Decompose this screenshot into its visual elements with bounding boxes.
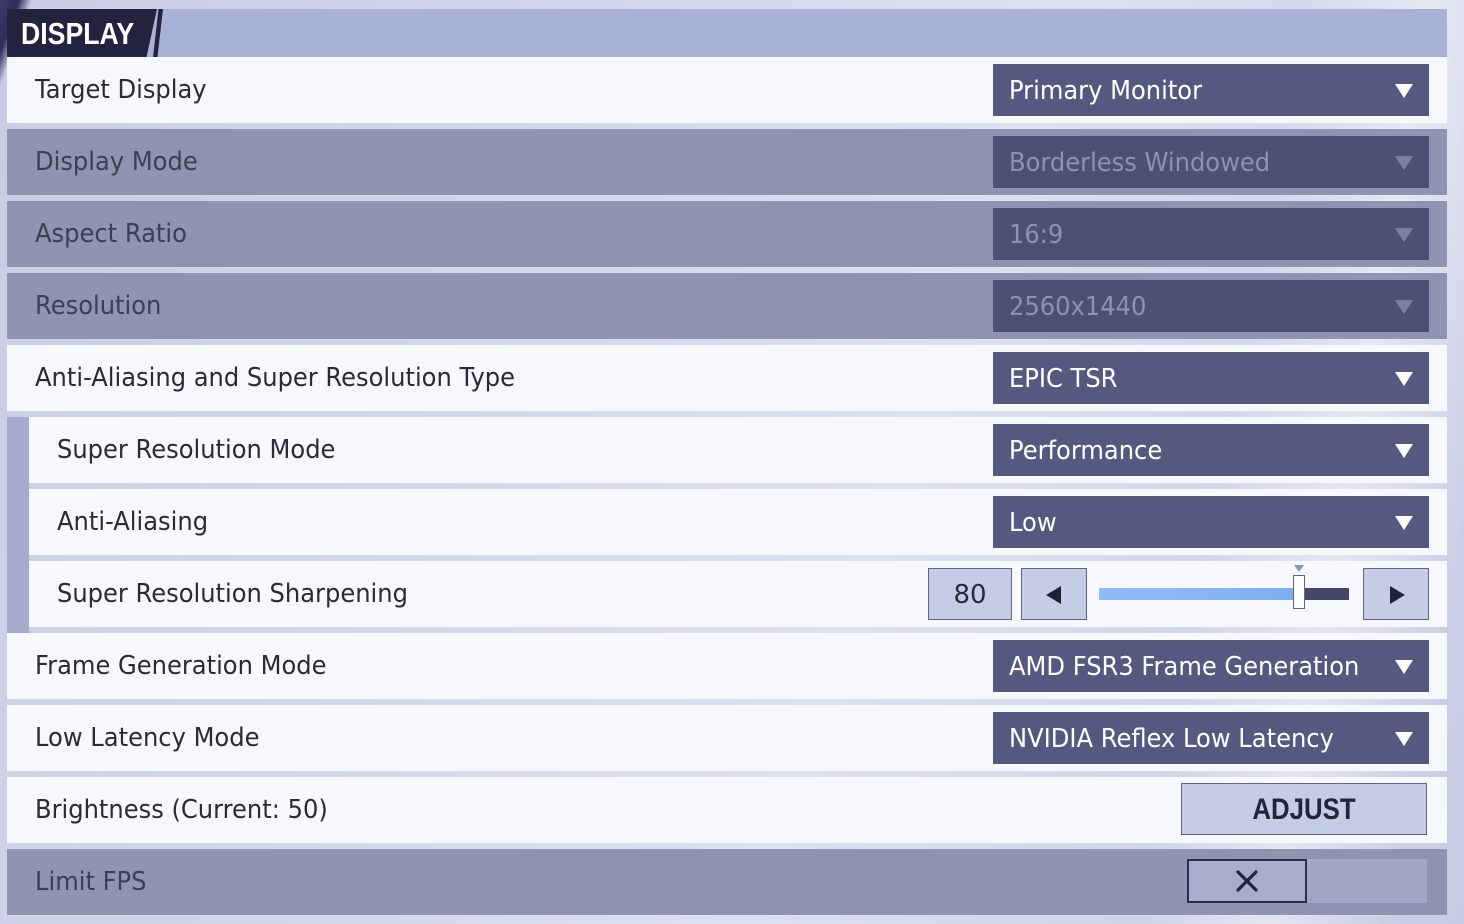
sharpening-slider-thumb[interactable]: [1293, 575, 1305, 609]
chevron-down-icon: [1395, 444, 1413, 458]
setting-label: Aspect Ratio: [35, 219, 187, 249]
arrow-right-icon: [1390, 586, 1405, 604]
dropdown-value: 16:9: [1009, 220, 1064, 250]
aa-sr-type-dropdown[interactable]: EPIC TSR: [993, 352, 1429, 404]
sharpening-value-box: 80: [928, 568, 1012, 620]
dropdown-value: NVIDIA Reflex Low Latency: [1009, 724, 1334, 754]
setting-label: Brightness (Current: 50): [35, 795, 328, 825]
chevron-down-icon: [1395, 300, 1413, 314]
setting-label: Frame Generation Mode: [35, 651, 327, 681]
sharpening-slider-fill: [1099, 588, 1299, 600]
sharpening-slider-group: 80: [7, 561, 1447, 627]
setting-label: Limit FPS: [35, 867, 147, 897]
setting-row-frame-generation: Frame Generation Mode AMD FSR3 Frame Gen…: [7, 633, 1447, 699]
setting-row-aspect-ratio: Aspect Ratio 16:9: [7, 201, 1447, 267]
setting-row-low-latency: Low Latency Mode NVIDIA Reflex Low Laten…: [7, 705, 1447, 771]
setting-row-brightness: Brightness (Current: 50) ADJUST: [7, 777, 1447, 843]
display-settings-panel: DISPLAY Target Display Primary Monitor D…: [7, 9, 1447, 924]
display-mode-dropdown: Borderless Windowed: [993, 136, 1429, 188]
setting-label: Super Resolution Mode: [57, 435, 336, 465]
section-header: DISPLAY: [7, 9, 1447, 57]
adjust-button-label: ADJUST: [1252, 793, 1356, 826]
section-title: DISPLAY: [21, 16, 135, 51]
limit-fps-toggle[interactable]: [1187, 859, 1427, 903]
setting-label: Anti-Aliasing and Super Resolution Type: [35, 363, 516, 393]
sharpening-slider-track[interactable]: [1099, 588, 1349, 600]
target-display-dropdown[interactable]: Primary Monitor: [993, 64, 1429, 116]
setting-row-limit-fps: Limit FPS: [7, 849, 1447, 915]
chevron-down-icon: [1395, 228, 1413, 242]
aspect-ratio-dropdown: 16:9: [993, 208, 1429, 260]
frame-generation-dropdown[interactable]: AMD FSR3 Frame Generation: [993, 640, 1429, 692]
brightness-adjust-button[interactable]: ADJUST: [1181, 783, 1427, 835]
setting-row-display-mode: Display Mode Borderless Windowed: [7, 129, 1447, 195]
setting-label: Anti-Aliasing: [57, 507, 209, 537]
chevron-down-icon: [1395, 660, 1413, 674]
resolution-dropdown: 2560x1440: [993, 280, 1429, 332]
setting-label: Low Latency Mode: [35, 723, 260, 753]
dropdown-value: EPIC TSR: [1009, 364, 1118, 394]
sharpening-increase-button[interactable]: [1363, 568, 1429, 620]
dropdown-value: Borderless Windowed: [1009, 148, 1271, 178]
x-icon: [1236, 870, 1258, 892]
dropdown-value: AMD FSR3 Frame Generation: [1009, 652, 1360, 682]
sharpening-decrease-button[interactable]: [1021, 568, 1087, 620]
setting-label: Target Display: [35, 75, 207, 105]
setting-row-target-display: Target Display Primary Monitor: [7, 57, 1447, 123]
setting-label: Resolution: [35, 291, 162, 321]
anti-aliasing-dropdown[interactable]: Low: [993, 496, 1429, 548]
setting-row-sr-mode: Super Resolution Mode Performance: [29, 417, 1447, 483]
slider-marker-icon: [1294, 565, 1304, 572]
dropdown-value: Primary Monitor: [1009, 76, 1203, 106]
toggle-off-box: [1187, 859, 1307, 903]
dropdown-value: Performance: [1009, 436, 1163, 466]
chevron-down-icon: [1395, 732, 1413, 746]
setting-row-anti-aliasing: Anti-Aliasing Low: [29, 489, 1447, 555]
setting-row-resolution: Resolution 2560x1440: [7, 273, 1447, 339]
setting-label: Display Mode: [35, 147, 198, 177]
chevron-down-icon: [1395, 372, 1413, 386]
low-latency-dropdown[interactable]: NVIDIA Reflex Low Latency: [993, 712, 1429, 764]
dropdown-value: 2560x1440: [1009, 292, 1147, 322]
sr-mode-dropdown[interactable]: Performance: [993, 424, 1429, 476]
chevron-down-icon: [1395, 156, 1413, 170]
chevron-down-icon: [1395, 516, 1413, 530]
chevron-down-icon: [1395, 84, 1413, 98]
dropdown-value: Low: [1009, 508, 1057, 538]
setting-row-aa-sr-type: Anti-Aliasing and Super Resolution Type …: [7, 345, 1447, 411]
arrow-left-icon: [1046, 586, 1061, 604]
